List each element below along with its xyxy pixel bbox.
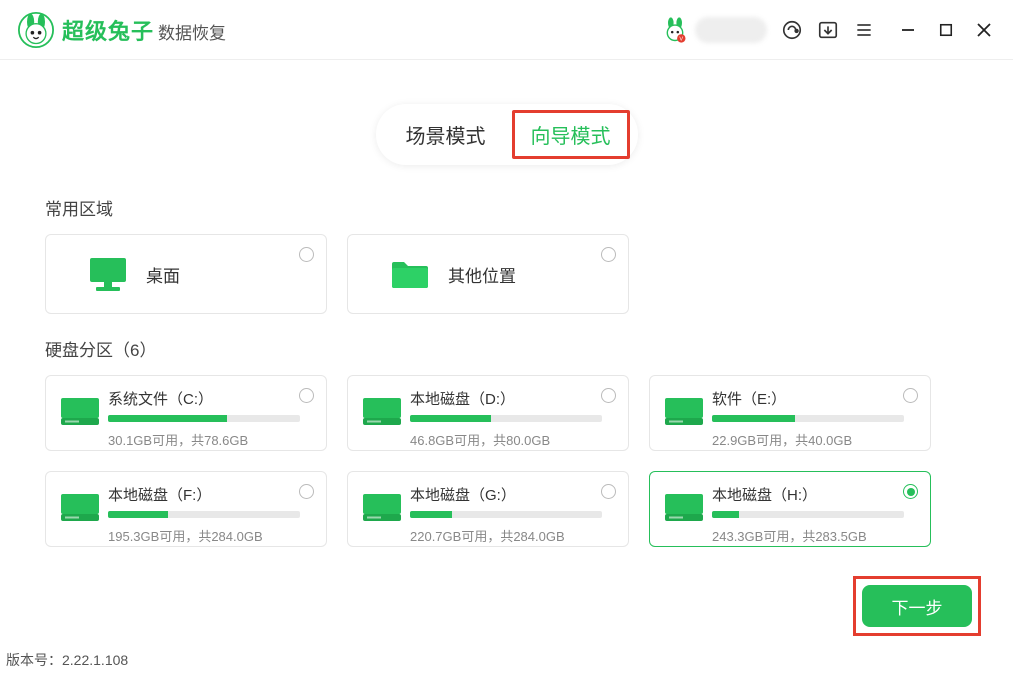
tab-scene-mode[interactable]: 场景模式	[384, 110, 508, 159]
disk-info: 30.1GB可用，共78.6GB	[108, 430, 308, 449]
version-info: 版本号：2.22.1.108	[6, 650, 128, 670]
close-icon[interactable]	[973, 19, 995, 41]
logo-block: 超级兔子 数据恢复	[18, 12, 226, 48]
support-icon[interactable]	[781, 19, 803, 41]
next-button[interactable]: 下一步	[862, 585, 972, 627]
app-logo-icon	[18, 12, 54, 48]
disk-name: 软件（E:）	[712, 388, 912, 409]
disk-progress	[108, 415, 300, 422]
disk-progress	[108, 511, 300, 518]
section-title-common: 常用区域	[45, 195, 968, 220]
maximize-icon[interactable]	[935, 19, 957, 41]
svg-text:V: V	[679, 36, 683, 42]
title-bar: 超级兔子 数据恢复 V	[0, 0, 1013, 60]
next-button-highlight: 下一步	[853, 576, 981, 636]
main-content: 场景模式 向导模式 常用区域 桌面 其他位置 硬盘分区（6） 系统文件（C:） 3…	[0, 60, 1013, 547]
disk-name: 本地磁盘（D:）	[410, 388, 610, 409]
disk-card-2[interactable]: 软件（E:） 22.9GB可用，共40.0GB	[649, 375, 931, 451]
disk-name: 系统文件（C:）	[108, 388, 308, 409]
area-desktop[interactable]: 桌面	[45, 234, 327, 314]
version-value: 2.22.1.108	[62, 652, 128, 668]
disk-info: 243.3GB可用，共283.5GB	[712, 526, 912, 545]
disk-name: 本地磁盘（G:）	[410, 484, 610, 505]
disk-card-3[interactable]: 本地磁盘（F:） 195.3GB可用，共284.0GB	[45, 471, 327, 547]
disk-info: 220.7GB可用，共284.0GB	[410, 526, 610, 545]
radio-indicator	[299, 484, 314, 499]
disk-info: 22.9GB可用，共40.0GB	[712, 430, 912, 449]
menu-icon[interactable]	[853, 19, 875, 41]
desktop-icon	[86, 256, 130, 292]
radio-indicator	[601, 484, 616, 499]
user-name-blur	[695, 17, 767, 43]
radio-indicator	[903, 484, 918, 499]
disk-progress	[712, 415, 904, 422]
brand-sub: 数据恢复	[158, 19, 226, 44]
disk-progress	[410, 511, 602, 518]
radio-indicator	[903, 388, 918, 403]
folder-icon	[388, 256, 432, 292]
disk-icon	[363, 490, 401, 522]
disk-icon	[61, 490, 99, 522]
disk-icon	[61, 394, 99, 426]
import-icon[interactable]	[817, 19, 839, 41]
disk-card-0[interactable]: 系统文件（C:） 30.1GB可用，共78.6GB	[45, 375, 327, 451]
disk-name: 本地磁盘（H:）	[712, 484, 912, 505]
disk-progress	[410, 415, 602, 422]
disk-name: 本地磁盘（F:）	[108, 484, 308, 505]
version-label: 版本号：	[6, 652, 62, 668]
area-desktop-label: 桌面	[146, 262, 180, 287]
header-right: V	[661, 16, 995, 44]
section-title-disks: 硬盘分区（6）	[45, 336, 968, 361]
disk-grid: 系统文件（C:） 30.1GB可用，共78.6GB 本地磁盘（D:） 46.8GB可用…	[45, 375, 968, 547]
disk-progress	[712, 511, 904, 518]
area-other[interactable]: 其他位置	[347, 234, 629, 314]
radio-indicator	[601, 247, 616, 262]
disk-card-4[interactable]: 本地磁盘（G:） 220.7GB可用，共284.0GB	[347, 471, 629, 547]
area-other-label: 其他位置	[448, 262, 516, 287]
disk-info: 195.3GB可用，共284.0GB	[108, 526, 308, 545]
disk-icon	[665, 394, 703, 426]
disk-icon	[665, 490, 703, 522]
disk-icon	[363, 394, 401, 426]
disk-card-5[interactable]: 本地磁盘（H:） 243.3GB可用，共283.5GB	[649, 471, 931, 547]
radio-indicator	[299, 388, 314, 403]
user-area[interactable]: V	[661, 16, 767, 44]
mode-tabs: 场景模式 向导模式	[45, 104, 968, 165]
disk-card-1[interactable]: 本地磁盘（D:） 46.8GB可用，共80.0GB	[347, 375, 629, 451]
tab-wizard-mode[interactable]: 向导模式	[512, 110, 630, 159]
minimize-icon[interactable]	[897, 19, 919, 41]
user-bunny-icon: V	[661, 16, 689, 44]
disk-info: 46.8GB可用，共80.0GB	[410, 430, 610, 449]
radio-indicator	[299, 247, 314, 262]
radio-indicator	[601, 388, 616, 403]
brand-name: 超级兔子	[62, 14, 154, 46]
